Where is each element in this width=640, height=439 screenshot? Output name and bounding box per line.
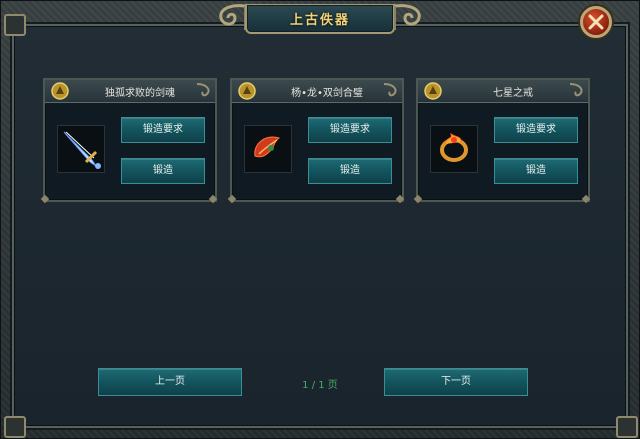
card-corner-ornament [413, 194, 423, 204]
frame-corner-ornament [616, 416, 638, 438]
item-slot[interactable] [244, 125, 292, 173]
close-button[interactable] [580, 6, 612, 38]
forge-requirements-button[interactable]: 锻造要求 [308, 117, 392, 143]
card-corner-ornament [395, 194, 405, 204]
red-feather-blade-icon [254, 136, 281, 158]
scroll-ornament-icon [383, 83, 397, 97]
prev-page-button[interactable]: 上一页 [98, 368, 242, 396]
item-name: 杨•龙•双剑合璧 [291, 88, 363, 99]
scroll-ornament-icon [219, 4, 246, 30]
next-page-button[interactable]: 下一页 [384, 368, 528, 396]
forge-requirements-button[interactable]: 锻造要求 [121, 117, 205, 143]
item-slot[interactable] [430, 125, 478, 173]
sword-icon [63, 131, 101, 169]
card-corner-ornament [227, 194, 237, 204]
forge-requirements-button[interactable]: 锻造要求 [494, 117, 578, 143]
card-header: 七星之戒 [418, 80, 588, 103]
forge-button[interactable]: 锻造 [308, 158, 392, 184]
tripod-emblem-icon [238, 82, 256, 100]
item-name: 独孤求败的剑魂 [105, 88, 175, 99]
tripod-emblem-icon [51, 82, 69, 100]
card-header: 杨•龙•双剑合璧 [232, 80, 402, 103]
fire-ring-icon [440, 132, 468, 162]
card-corner-ornament [40, 194, 50, 204]
item-slot[interactable] [57, 125, 105, 173]
page-indicator: 1 / 1 页 [302, 380, 338, 391]
card-corner-ornament [208, 194, 218, 204]
title-bar: 上古佚器 [215, 0, 425, 38]
forge-button[interactable]: 锻造 [121, 158, 205, 184]
item-name: 七星之戒 [493, 88, 533, 99]
scroll-ornament-icon [394, 4, 421, 30]
scroll-ornament-icon [196, 83, 210, 97]
item-card: 七星之戒 锻造要求 锻造 [413, 78, 591, 204]
item-card: 独孤求败的剑魂 锻造要求 锻造 [40, 78, 218, 204]
window-title: 上古佚器 [289, 13, 350, 28]
frame-corner-ornament [4, 416, 26, 438]
scroll-ornament-icon [569, 83, 583, 97]
card-header: 独孤求败的剑魂 [45, 80, 215, 103]
tripod-emblem-icon [424, 82, 442, 100]
item-card: 杨•龙•双剑合璧 锻造要求 锻造 [227, 78, 405, 204]
frame-corner-ornament [4, 14, 26, 36]
card-corner-ornament [581, 194, 591, 204]
close-icon [588, 14, 604, 30]
forge-button[interactable]: 锻造 [494, 158, 578, 184]
